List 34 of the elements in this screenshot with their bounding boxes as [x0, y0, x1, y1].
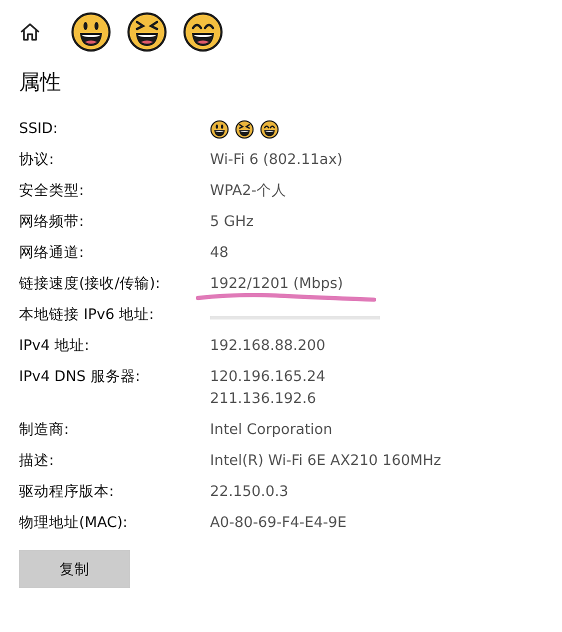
- property-value: 5 GHz: [210, 214, 254, 230]
- property-value: Intel(R) Wi-Fi 6E AX210 160MHz: [210, 453, 442, 469]
- property-label: 协议:: [19, 150, 55, 170]
- emoji-icon: [210, 120, 229, 138]
- property-label: 本地链接 IPv6 地址:: [19, 306, 155, 325]
- property-value: WPA2-个人: [210, 183, 287, 199]
- property-label: IPv4 DNS 服务器:: [19, 368, 142, 387]
- page-title: 属性: [19, 69, 62, 96]
- property-label: 物理地址(MAC):: [19, 514, 128, 533]
- property-value: 192.168.88.200: [210, 338, 326, 354]
- home-icon[interactable]: [19, 21, 41, 43]
- property-value: 22.150.0.3: [210, 484, 288, 500]
- emoji-icon: [71, 12, 111, 52]
- property-value: Intel Corporation: [210, 422, 332, 438]
- property-label: IPv4 地址:: [19, 337, 90, 356]
- emoji-icon: [183, 12, 223, 52]
- property-value: A0-80-69-F4-E4-9E: [210, 515, 347, 531]
- property-value: 120.196.165.24: [210, 368, 326, 387]
- property-label: 驱动程序版本:: [19, 483, 115, 502]
- property-label: 描述:: [19, 452, 55, 471]
- emoji-icon: [235, 120, 254, 138]
- property-value: Wi-Fi 6 (802.11ax): [210, 152, 343, 168]
- property-label: 安全类型:: [19, 182, 85, 201]
- property-value: 1922/1201 (Mbps): [210, 276, 344, 292]
- property-label: 网络通道:: [19, 244, 85, 263]
- property-label: 制造商:: [19, 420, 70, 440]
- copy-button[interactable]: 复制: [19, 550, 130, 588]
- emoji-icon: [260, 120, 279, 138]
- property-label: 链接速度(接收/传输):: [19, 274, 162, 294]
- emoji-icon: [127, 12, 167, 52]
- property-value: 211.136.192.6: [210, 390, 318, 409]
- property-label: SSID:: [19, 120, 59, 139]
- property-label: 网络频带:: [19, 213, 85, 232]
- property-value: 48: [210, 245, 228, 261]
